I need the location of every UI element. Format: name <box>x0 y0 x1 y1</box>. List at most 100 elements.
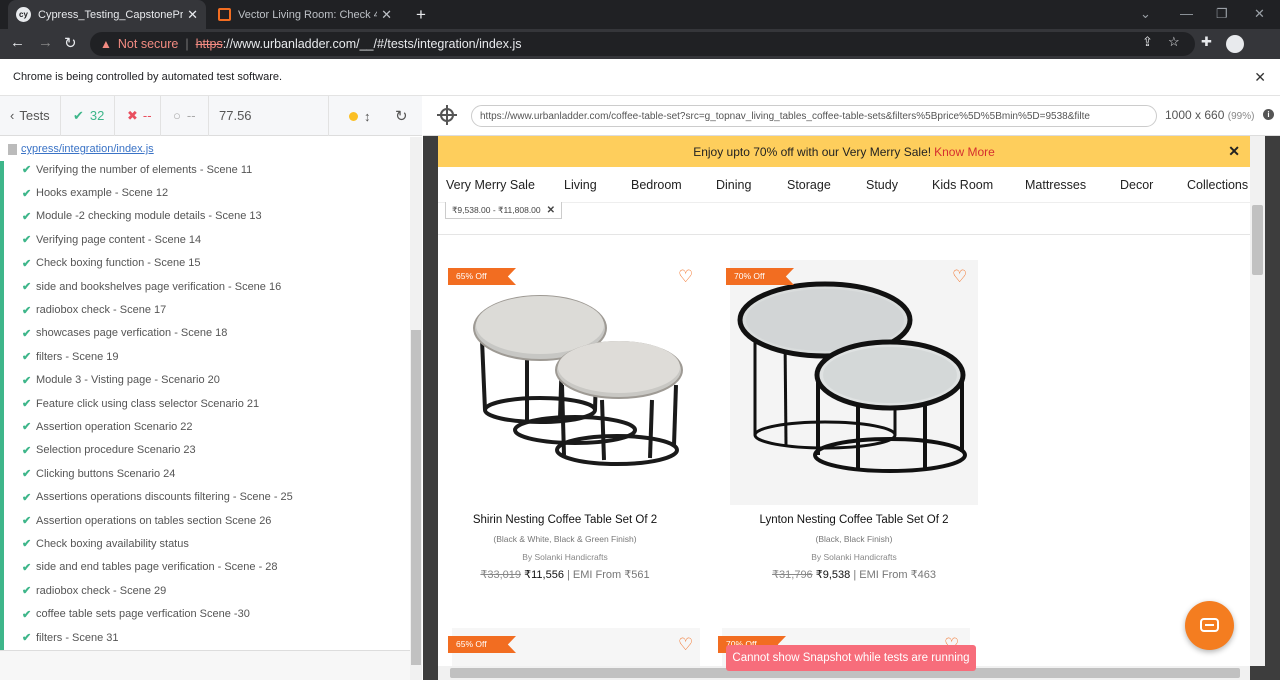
rerun-icon[interactable]: ↻ <box>395 96 408 136</box>
nav-item-mattresses[interactable]: Mattresses <box>1025 178 1086 192</box>
reporter-scroll-thumb[interactable] <box>411 330 421 665</box>
test-title: Clicking buttons Scenario 24 <box>36 467 176 480</box>
tab-title: Cypress_Testing_CapstoneProject <box>38 8 184 21</box>
nav-item-living[interactable]: Living <box>564 178 597 192</box>
snapshot-message: Cannot show Snapshot while tests are run… <box>726 645 976 671</box>
wishlist-heart-icon[interactable]: ♡ <box>678 635 693 655</box>
test-item[interactable]: ✔ radiobox check - Scene 17 <box>4 298 410 321</box>
app-under-test: Enjoy upto 70% off with our Very Merry S… <box>438 136 1250 666</box>
automation-infobar: Chrome is being controlled by automated … <box>0 59 1280 96</box>
tab-urbanladder[interactable]: Vector Living Room: Check 4 Amaz ✕ <box>210 0 400 29</box>
resize-icon[interactable]: ↕ <box>364 96 371 136</box>
test-item[interactable]: ✔ side and bookshelves page verification … <box>4 275 410 298</box>
close-tab-icon[interactable]: ✕ <box>381 7 392 23</box>
test-list: ✔ Verifying the number of elements - Scen… <box>0 161 410 650</box>
test-title: Verifying page content - Scene 14 <box>36 233 202 246</box>
share-icon[interactable]: ⇪ <box>1142 34 1153 50</box>
divider <box>438 234 1250 235</box>
chat-button[interactable] <box>1185 601 1234 650</box>
product-name[interactable]: Lynton Nesting Coffee Table Set Of 2 <box>730 514 978 526</box>
nav-item-dining[interactable]: Dining <box>716 178 751 192</box>
passed-check-icon: ✔ <box>22 234 32 247</box>
aut-url[interactable]: https://www.urbanladder.com/coffee-table… <box>471 105 1157 127</box>
file-icon <box>8 143 17 155</box>
test-item[interactable]: ✔ Check boxing availability status <box>4 532 410 555</box>
product-name[interactable]: Shirin Nesting Coffee Table Set Of 2 <box>441 514 689 526</box>
test-item[interactable]: ✔ Check boxing function - Scene 15 <box>4 252 410 275</box>
passed-check-icon: ✔ <box>22 164 32 177</box>
test-item[interactable]: ✔ Hooks example - Scene 12 <box>4 181 410 204</box>
infobar-close-icon[interactable]: ✕ <box>1254 69 1266 86</box>
reporter-footer <box>0 650 410 680</box>
wishlist-heart-icon[interactable]: ♡ <box>952 267 967 287</box>
test-item[interactable]: ✔ Assertion operation Scenario 22 <box>4 415 410 438</box>
test-item[interactable]: ✔ filters - Scene 31 <box>4 626 410 649</box>
nav-item-very-merry-sale[interactable]: Very Merry Sale <box>446 178 535 192</box>
nav-item-decor[interactable]: Decor <box>1120 178 1153 192</box>
spec-path[interactable]: cypress/integration/index.js <box>0 137 420 161</box>
nav-item-kids-room[interactable]: Kids Room <box>932 178 993 192</box>
test-title: radiobox check - Scene 17 <box>36 304 167 317</box>
nav-item-study[interactable]: Study <box>866 178 898 192</box>
test-title: filters - Scene 19 <box>36 350 119 363</box>
info-icon[interactable]: i <box>1263 109 1274 120</box>
extensions-icon[interactable]: ✚ <box>1201 34 1212 50</box>
product-image[interactable]: 70% Off ♡ <box>726 260 978 505</box>
bookmark-star-icon[interactable]: ☆ <box>1168 34 1180 50</box>
test-title: Assertion operations on tables section S… <box>36 514 272 527</box>
test-title: side and bookshelves page verification -… <box>36 280 282 293</box>
test-item[interactable]: ✔ side and end tables page verification -… <box>4 556 410 579</box>
passed-check-icon: ✔ <box>22 585 32 598</box>
test-item[interactable]: ✔ Verifying the number of elements - Scen… <box>4 161 410 181</box>
warning-icon: ▲ <box>100 37 112 51</box>
test-item[interactable]: ✔ radiobox check - Scene 29 <box>4 579 410 602</box>
price-filter-chip[interactable]: ₹9,538.00 - ₹11,808.00 ✕ <box>445 202 563 219</box>
window-close-icon[interactable]: ✕ <box>1254 6 1265 22</box>
reload-icon[interactable]: ↻ <box>64 34 77 52</box>
promo-close-icon[interactable]: ✕ <box>1228 143 1240 160</box>
test-title: filters - Scene 31 <box>36 631 119 644</box>
test-item[interactable]: ✔ Selection procedure Scenario 23 <box>4 439 410 462</box>
nav-item-bedroom[interactable]: Bedroom <box>631 178 682 192</box>
url-text: ://www.urbanladder.com/__/#/tests/integr… <box>222 37 522 51</box>
infobar-text: Chrome is being controlled by automated … <box>13 71 283 83</box>
address-bar[interactable]: ▲ Not secure | https ://www.urbanladder.… <box>90 32 1195 56</box>
aut-scroll-thumb[interactable] <box>1252 205 1263 275</box>
product-card[interactable]: 65% Off ♡ <box>448 628 700 666</box>
test-item[interactable]: ✔ Assertions operations discounts filteri… <box>4 485 410 508</box>
test-item[interactable]: ✔ Module 3 - Visting page - Scenario 20 <box>4 369 410 392</box>
test-item[interactable]: ✔ showcases page verfication - Scene 18 <box>4 322 410 345</box>
know-more-link[interactable]: Know More <box>934 145 995 159</box>
test-item[interactable]: ✔ Assertion operations on tables section … <box>4 509 410 532</box>
urbanladder-icon <box>218 8 231 21</box>
nav-item-collections[interactable]: Collections <box>1187 178 1248 192</box>
test-item[interactable]: ✔ Verifying page content - Scene 14 <box>4 228 410 251</box>
product-image[interactable]: 65% Off ♡ <box>448 260 700 505</box>
nav-item-storage[interactable]: Storage <box>787 178 831 192</box>
tab-search-icon[interactable]: ⌄ <box>1140 6 1151 22</box>
test-item[interactable]: ✔ coffee table sets page verfication Scen… <box>4 602 410 625</box>
test-item[interactable]: ✔ Feature click using class selector Scen… <box>4 392 410 415</box>
promo-banner: Enjoy upto 70% off with our Very Merry S… <box>438 136 1250 167</box>
back-icon[interactable]: ← <box>10 34 25 51</box>
minimize-icon[interactable]: — <box>1180 6 1193 21</box>
remove-filter-icon[interactable]: ✕ <box>547 205 555 216</box>
test-item[interactable]: ✔ filters - Scene 19 <box>4 345 410 368</box>
maximize-icon[interactable]: ❐ <box>1216 6 1228 22</box>
wishlist-heart-icon[interactable]: ♡ <box>678 267 693 287</box>
new-tab-icon[interactable]: + <box>416 5 426 25</box>
cypress-icon: cy <box>16 7 31 22</box>
passed-check-icon: ✔ <box>22 632 32 644</box>
close-tab-icon[interactable]: ✕ <box>187 7 198 23</box>
tab-cypress[interactable]: cy Cypress_Testing_CapstoneProject ✕ <box>8 0 206 29</box>
test-item[interactable]: ✔ Module -2 checking module details - Sce… <box>4 205 410 228</box>
test-item[interactable]: ✔ Clicking buttons Scenario 24 <box>4 462 410 485</box>
tab-title: Vector Living Room: Check 4 Amaz <box>238 8 378 21</box>
forward-icon[interactable]: → <box>38 34 53 51</box>
test-title: Module -2 checking module details - Scen… <box>36 210 262 223</box>
tests-back-button[interactable]: ‹ Tests <box>0 95 61 136</box>
profile-avatar[interactable] <box>1226 35 1244 53</box>
passed-check-icon: ✔ <box>22 398 32 411</box>
selector-playground-icon[interactable] <box>437 105 457 125</box>
viewport-size: 1000 x 660 (99%) <box>1165 108 1255 122</box>
